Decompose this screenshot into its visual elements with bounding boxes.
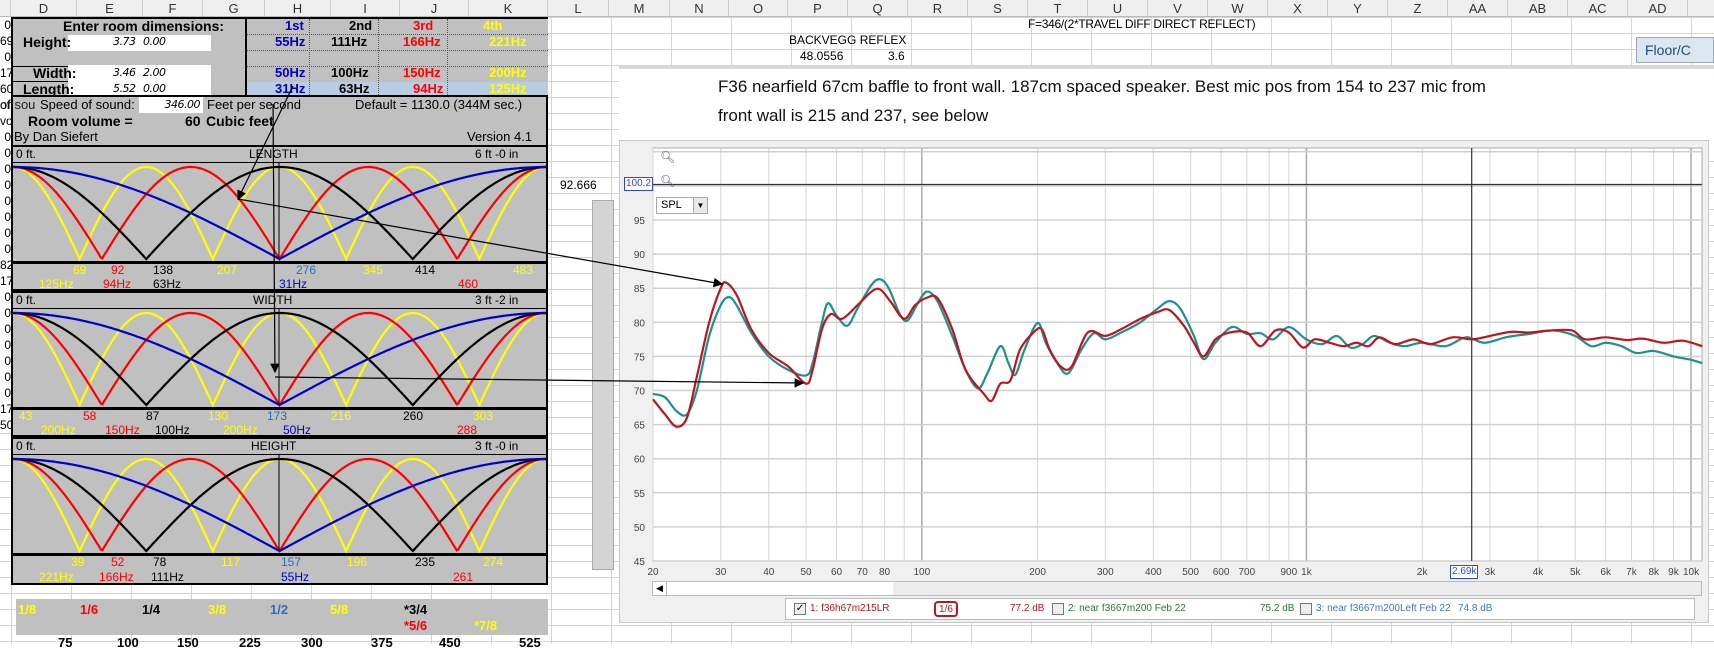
y-tick-label: 90 — [634, 250, 646, 261]
x-tick-label: 4k — [1533, 567, 1545, 578]
x-tick-label: 20 — [647, 567, 659, 578]
x-tick-label: 50 — [800, 567, 812, 578]
x-tick-label: 5k — [1570, 567, 1582, 578]
x-tick-label: 600 — [1213, 567, 1230, 578]
mode-select-value: SPL — [661, 199, 682, 211]
legend-bar: ✓ 1: f36h67m215LR 1/6 77.2 dB 2: near f3… — [785, 598, 1695, 620]
x-tick-label: 9k — [1668, 567, 1680, 578]
x-tick-label: 1k — [1301, 567, 1313, 578]
y-tick-label: 55 — [634, 489, 646, 500]
x-tick-label: 10k — [1683, 567, 1700, 578]
trace-3-level: 74.8 dB — [1458, 603, 1493, 614]
y-tick-label: 45 — [634, 557, 646, 568]
x-tick-label: 60 — [831, 567, 843, 578]
x-tick-label: 100 — [913, 567, 930, 578]
horizontal-scrollbar[interactable]: ◀ — [652, 581, 1702, 596]
x-tick-label: 200 — [1029, 567, 1046, 578]
x-cursor-readout: 2.69k — [1450, 565, 1479, 579]
x-tick-label: 6k — [1600, 567, 1612, 578]
y-tick-label: 75 — [634, 352, 646, 363]
x-tick-label: 2k — [1417, 567, 1429, 578]
x-tick-label: 40 — [763, 567, 775, 578]
scroll-left-icon[interactable]: ◀ — [653, 582, 667, 595]
mode-select[interactable]: SPL ▼ — [656, 197, 708, 214]
x-tick-label: 300 — [1097, 567, 1114, 578]
zoom-in-icon[interactable]: 🔍︎ — [660, 150, 675, 164]
trace-1-checkbox[interactable]: ✓ — [794, 603, 806, 615]
y-tick-label: 60 — [634, 455, 646, 466]
x-tick-label: 7k — [1626, 567, 1638, 578]
y-tick-label: 65 — [634, 421, 646, 432]
trace-1-level: 77.2 dB — [1010, 603, 1045, 614]
y-tick-label: 50 — [634, 523, 646, 534]
x-tick-label: 400 — [1145, 567, 1162, 578]
y-cursor-readout: 100.2 — [624, 177, 654, 191]
spl-chart[interactable]: 95 90 85 80 75 70 65 60 55 50 4520 30 40 50 60 70 80 100 2… — [0, 0, 1714, 644]
trace-1-name[interactable]: 1: f36h67m215LR — [810, 599, 890, 619]
trace-3-checkbox[interactable] — [1300, 603, 1312, 615]
x-tick-label: 700 — [1239, 567, 1256, 578]
x-tick-label: 80 — [879, 567, 891, 578]
trace-3-name[interactable]: 3: near f3667m200Left Feb 22 — [1316, 599, 1451, 619]
chevron-down-icon[interactable]: ▼ — [693, 198, 707, 213]
zoom-out-icon[interactable]: 🔍︎ — [660, 174, 675, 188]
scrollbar-thumb[interactable] — [893, 582, 1701, 595]
trace-2-level: 75.2 dB — [1260, 603, 1295, 614]
y-tick-label: 85 — [634, 284, 646, 295]
x-tick-label: 3k — [1485, 567, 1497, 578]
x-tick-label: 900 — [1280, 567, 1297, 578]
x-tick-label: 30 — [715, 567, 727, 578]
trace-1-smoothing[interactable]: 1/6 — [934, 601, 958, 617]
trace-2-name[interactable]: 2: near f3667m200 Feb 22 — [1068, 599, 1186, 619]
plot-area — [652, 147, 1703, 562]
x-tick-label: 8k — [1648, 567, 1660, 578]
y-tick-label: 95 — [634, 216, 646, 227]
trace-2-checkbox[interactable] — [1052, 603, 1064, 615]
x-tick-label: 500 — [1182, 567, 1199, 578]
x-tick-label: 70 — [857, 567, 869, 578]
y-tick-label: 80 — [634, 318, 646, 329]
y-tick-label: 70 — [634, 387, 646, 398]
